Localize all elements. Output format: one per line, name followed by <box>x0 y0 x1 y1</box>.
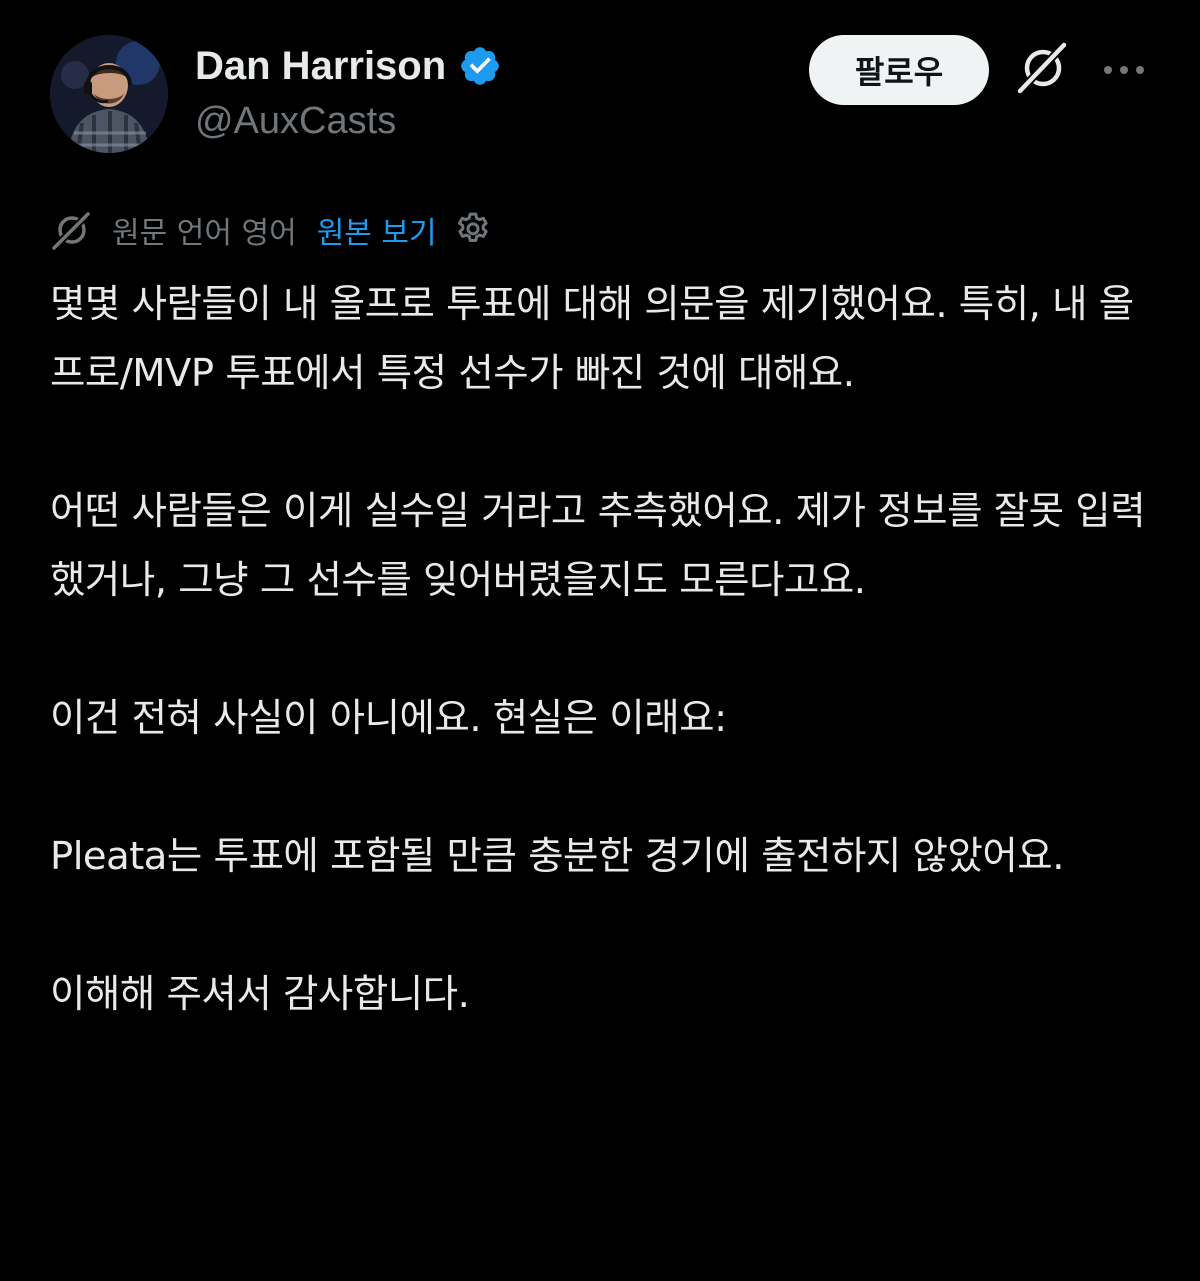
tweet-paragraph: 이건 전혀 사실이 아니에요. 현실은 이래요: <box>50 696 727 741</box>
avatar-image <box>50 35 168 153</box>
user-handle[interactable]: @AuxCasts <box>195 100 396 143</box>
more-options-button[interactable] <box>1098 48 1150 92</box>
tweet-paragraph: 몇몇 사람들이 내 올프로 투표에 대해 의문을 제기했어요. 특히, 내 올프… <box>50 282 1134 396</box>
more-icon <box>1102 61 1146 80</box>
display-name-row: Dan Harrison <box>195 40 502 92</box>
display-name[interactable]: Dan Harrison <box>195 44 446 89</box>
grok-icon <box>1014 39 1072 101</box>
view-original-link[interactable]: 원본 보기 <box>317 208 437 252</box>
tweet-text: 몇몇 사람들이 내 올프로 투표에 대해 의문을 제기했어요. 특히, 내 올프… <box>50 270 1160 1029</box>
gear-icon[interactable] <box>453 210 493 250</box>
grok-translate-icon <box>50 208 94 252</box>
tweet-paragraph: 어떤 사람들은 이게 실수일 거라고 추측했어요. 제가 정보를 잘못 입력했거… <box>50 489 1146 603</box>
tweet-paragraph: 이해해 주셔서 감사합니다. <box>50 972 470 1017</box>
avatar[interactable] <box>50 35 168 153</box>
translation-bar: 원문 언어 영어 원본 보기 <box>50 205 493 255</box>
follow-button[interactable]: 팔로우 <box>809 35 989 105</box>
tweet-paragraph: Pleata는 투표에 포함될 만큼 충분한 경기에 출전하지 않았어요. <box>50 834 1064 879</box>
verified-badge-icon <box>458 44 502 88</box>
translation-source-label: 원문 언어 영어 <box>112 216 297 251</box>
tweet-header: Dan Harrison @AuxCasts 팔로우 <box>0 0 1200 180</box>
grok-button[interactable] <box>1013 40 1073 100</box>
